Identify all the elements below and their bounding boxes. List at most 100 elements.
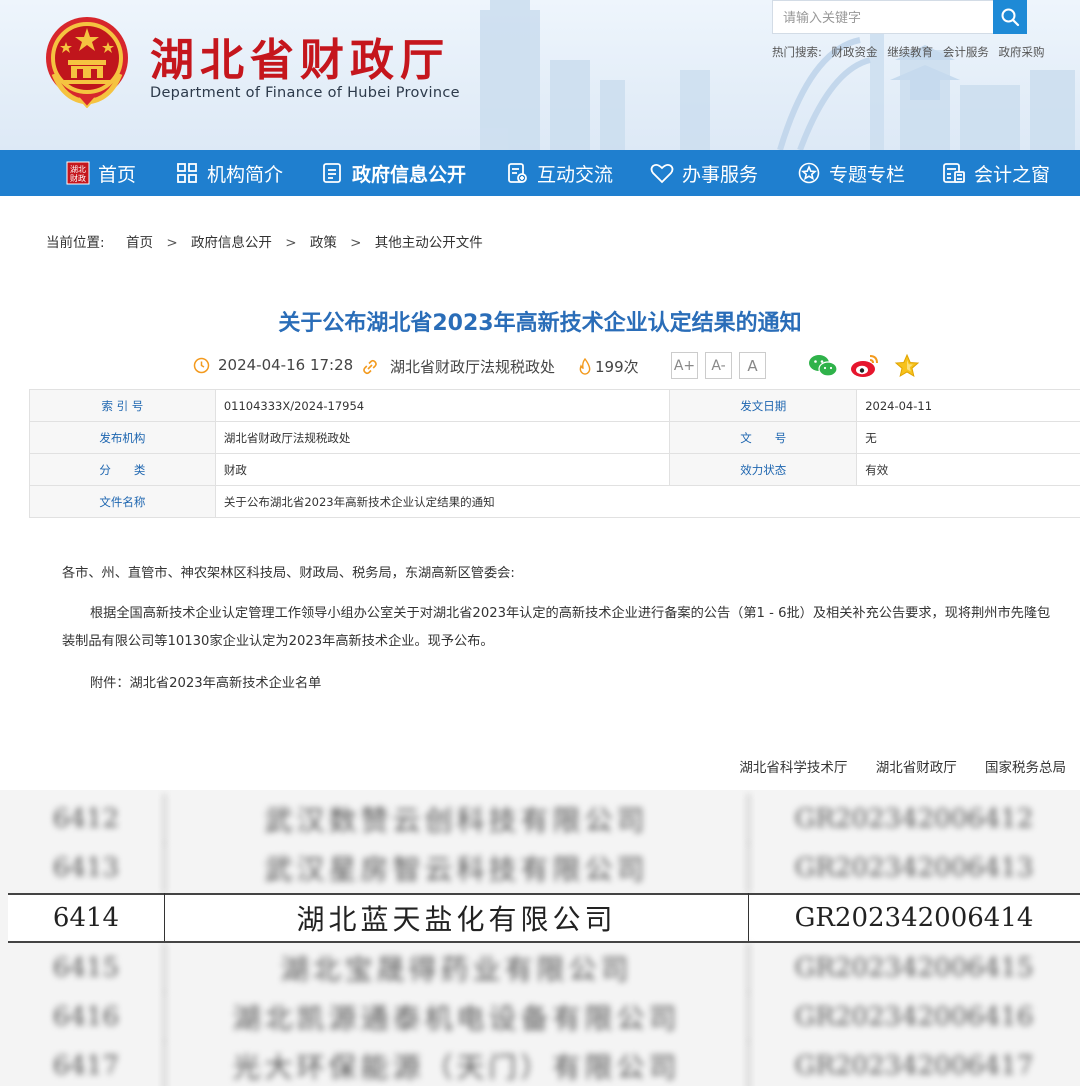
- table-row: 6417 光大环保能源（天门）有限公司 GR202342006417: [8, 1041, 1080, 1086]
- table-row: 6416 湖北凯源通泰机电设备有限公司 GR202342006416: [8, 992, 1080, 1042]
- heart-icon: [650, 161, 674, 185]
- breadcrumb-other-files[interactable]: 其他主动公开文件: [375, 235, 483, 251]
- nav-item-gov-info[interactable]: 政府信息公开: [320, 150, 466, 196]
- nav-item-home[interactable]: 湖北 财政 首页: [66, 150, 136, 196]
- star-icon: [894, 353, 920, 378]
- publish-datetime: 2024-04-16 17:28: [193, 356, 353, 374]
- font-decrease-label: A-: [711, 357, 726, 374]
- article-source: 湖北省财政厅法规税政处: [362, 356, 555, 377]
- file-name-key: 文件名称: [29, 485, 216, 518]
- article-meta: 2024-04-16 17:28 湖北省财政厅法规税政处 199次 A+ A- …: [0, 352, 1080, 380]
- attachment-link[interactable]: 附件：湖北省2023年高新技术企业名单: [62, 670, 321, 698]
- table-row: 索 引 号 01104333X/2024-17954 发文日期 2024-04-…: [29, 389, 1080, 422]
- company-number: 6417: [52, 1051, 120, 1081]
- publisher-key: 发布机构: [29, 421, 216, 454]
- main-nav: 湖北 财政 首页 机构简介 政府信息公开 互动交流 办事服务 专题专栏 会计之窗: [0, 150, 1080, 196]
- issue-date-key: 发文日期: [669, 389, 858, 422]
- font-increase-button[interactable]: A+: [671, 352, 698, 379]
- breadcrumb-separator: >: [166, 235, 178, 251]
- home-badge-icon: 湖北 财政: [66, 161, 90, 185]
- index-number-key: 索 引 号: [29, 389, 216, 422]
- company-list-excerpt: 6412 武汉数赞云创科技有限公司 GR202342006412 6413 武汉…: [0, 790, 1080, 1086]
- company-name: 光大环保能源（天门）有限公司: [232, 1051, 681, 1084]
- company-number: 6412: [52, 804, 120, 834]
- breadcrumb-home[interactable]: 首页: [126, 235, 153, 251]
- national-emblem-icon: [46, 17, 128, 108]
- table-row: 分 类 财政 效力状态 有效: [29, 453, 1080, 486]
- font-reset-button[interactable]: A: [739, 352, 766, 379]
- certificate-code: GR202342006415: [794, 953, 1034, 983]
- table-row-highlighted: 6414 湖北蓝天盐化有限公司 GR202342006414: [8, 893, 1080, 943]
- hot-search-label: 热门搜索:: [772, 45, 822, 59]
- nav-item-about[interactable]: 机构简介: [175, 150, 283, 196]
- nav-item-accounting[interactable]: 会计之窗: [942, 150, 1050, 196]
- grid-icon: [175, 161, 199, 185]
- breadcrumb: 当前位置: 首页 > 政府信息公开 > 政策 > 其他主动公开文件: [46, 231, 483, 251]
- table-row: 文件名称 关于公布湖北省2023年高新技术企业认定结果的通知: [29, 485, 1080, 518]
- doc-number-key: 文 号: [669, 421, 858, 454]
- wechat-icon: [809, 355, 838, 377]
- company-name: 湖北凯源通泰机电设备有限公司: [232, 1002, 681, 1035]
- calculator-icon: [942, 161, 966, 185]
- form-icon: [505, 161, 529, 185]
- issuer: 国家税务总局: [985, 760, 1066, 776]
- nav-item-topics[interactable]: 专题专栏: [797, 150, 905, 196]
- favorite-button[interactable]: [892, 352, 922, 380]
- file-name-value: 关于公布湖北省2023年高新技术企业认定结果的通知: [214, 485, 1080, 518]
- certificate-code: GR202342006417: [794, 1051, 1034, 1081]
- search-input[interactable]: [772, 0, 993, 34]
- certificate-code: GR202342006414: [794, 903, 1034, 933]
- search-button[interactable]: [993, 0, 1027, 34]
- nav-item-label: 机构简介: [207, 163, 284, 186]
- site-title: 湖北省财政厅: [150, 35, 450, 86]
- hot-search-link[interactable]: 会计服务: [943, 45, 989, 59]
- nav-item-label: 专题专栏: [829, 163, 906, 186]
- breadcrumb-policy[interactable]: 政策: [310, 235, 337, 251]
- issuer: 湖北省科学技术厅: [739, 760, 848, 776]
- publisher-value: 湖北省财政厅法规税政处: [214, 421, 671, 454]
- nav-item-interaction[interactable]: 互动交流: [505, 150, 613, 196]
- validity-key: 效力状态: [669, 453, 858, 486]
- breadcrumb-label: 当前位置:: [46, 235, 105, 251]
- issuer: 湖北省财政厅: [875, 760, 957, 776]
- breadcrumb-separator: >: [285, 235, 297, 251]
- nav-item-services[interactable]: 办事服务: [650, 150, 758, 196]
- hot-search-link[interactable]: 继续教育: [887, 45, 933, 59]
- table-row: 6413 武汉星房智云科技有限公司 GR202342006413: [8, 843, 1080, 893]
- company-number: 6413: [52, 853, 120, 883]
- nav-item-label: 政府信息公开: [352, 163, 467, 186]
- certificate-code: GR202342006413: [794, 853, 1034, 883]
- company-number: 6414: [52, 903, 120, 933]
- font-increase-label: A+: [673, 357, 696, 374]
- svg-text:湖北: 湖北: [70, 165, 86, 174]
- breadcrumb-gov-info[interactable]: 政府信息公开: [191, 235, 272, 251]
- company-number: 6415: [52, 953, 120, 983]
- site-header: 湖北省财政厅 Department of Finance of Hubei Pr…: [0, 0, 1080, 150]
- hot-search-link[interactable]: 财政资金: [832, 45, 878, 59]
- document-info-table: 索 引 号 01104333X/2024-17954 发文日期 2024-04-…: [29, 389, 1080, 518]
- category-value: 财政: [214, 453, 671, 486]
- font-reset-label: A: [747, 356, 758, 375]
- site-subtitle: Department of Finance of Hubei Province: [150, 85, 460, 101]
- article-source-text: 湖北省财政厅法规税政处: [390, 358, 556, 376]
- view-count-text: 199次: [595, 358, 639, 376]
- company-number: 6416: [52, 1002, 120, 1032]
- share-wechat-button[interactable]: [808, 352, 838, 380]
- hot-search-link[interactable]: 政府采购: [999, 45, 1045, 59]
- document-icon: [320, 161, 344, 185]
- certificate-code: GR202342006416: [794, 1002, 1034, 1032]
- nav-item-label: 首页: [98, 163, 137, 186]
- body-paragraph: 根据全国高新技术企业认定管理工作领导小组办公室关于对湖北省2023年认定的高新技…: [62, 606, 1051, 649]
- issuing-authorities: 湖北省科学技术厅 湖北省财政厅 国家税务总局: [0, 756, 1066, 776]
- company-name: 湖北宝晟得药业有限公司: [280, 953, 633, 986]
- hot-search: 热门搜索: 财政资金 继续教育 会计服务 政府采购: [772, 44, 1051, 60]
- company-name: 武汉数赞云创科技有限公司: [264, 804, 649, 837]
- publish-datetime-text: 2024-04-16 17:28: [218, 356, 354, 374]
- font-decrease-button[interactable]: A-: [705, 352, 732, 379]
- certificate-code: GR202342006412: [794, 804, 1034, 834]
- search-icon: [1001, 8, 1020, 27]
- issue-date-value: 2024-04-11: [856, 389, 1080, 422]
- nav-item-label: 办事服务: [682, 163, 759, 186]
- clock-icon: [193, 357, 210, 373]
- share-weibo-button[interactable]: [850, 352, 880, 380]
